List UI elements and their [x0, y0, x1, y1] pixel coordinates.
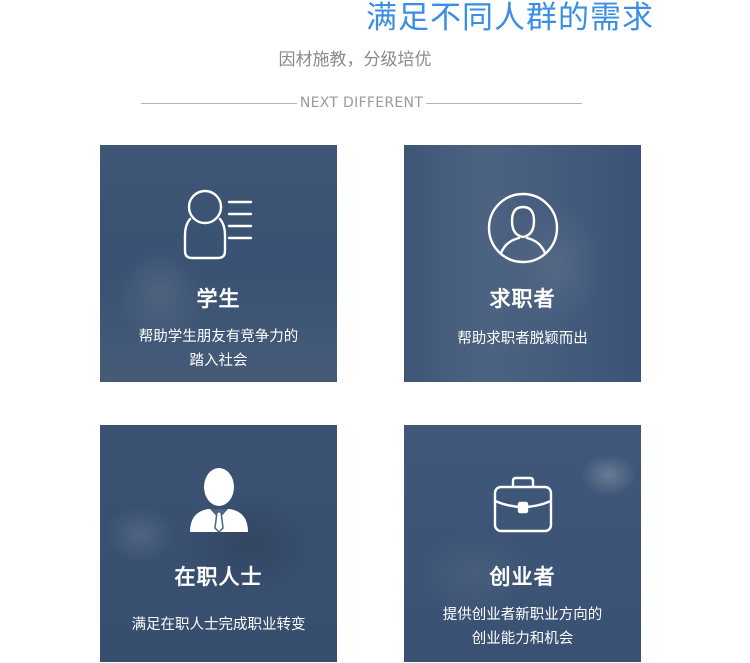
card-title: 在职人士	[174, 565, 263, 589]
card-description: 帮助求职者脱颖而出	[416, 327, 629, 351]
card-professional[interactable]: 在职人士 满足在职人士完成职业转变	[100, 425, 337, 662]
section-divider: NEXT DIFFERENT	[141, 92, 583, 114]
businessman-icon	[100, 465, 337, 535]
divider-line-right	[426, 102, 583, 104]
card-entrepreneur[interactable]: 创业者 提供创业者新职业方向的 创业能力和机会	[404, 425, 641, 662]
card-student[interactable]: 学生 帮助学生朋友有竞争力的 踏入社会	[100, 145, 337, 382]
briefcase-icon	[404, 473, 641, 537]
card-description-line: 创业能力和机会	[471, 631, 574, 647]
student-profile-icon	[100, 185, 337, 261]
divider-text: NEXT DIFFERENT	[299, 95, 424, 111]
card-description-line: 满足在职人士完成职业转变	[131, 617, 306, 633]
card-job-seeker[interactable]: 求职者 帮助求职者脱颖而出	[404, 145, 641, 382]
card-description-line: 踏入社会	[189, 353, 248, 369]
card-description: 帮助学生朋友有竞争力的 踏入社会	[112, 325, 325, 373]
card-description-line: 提供创业者新职业方向的	[442, 607, 603, 623]
page-subtitle: 因材施教，分级培优	[278, 50, 432, 70]
divider-line-left	[141, 102, 297, 104]
card-description-line: 帮助求职者脱颖而出	[457, 331, 588, 347]
job-seeker-icon	[404, 191, 641, 265]
card-title: 求职者	[489, 287, 556, 311]
card-title: 学生	[196, 287, 241, 311]
page-title: 满足不同人群的需求	[366, 0, 654, 36]
card-description-line: 帮助学生朋友有竞争力的	[138, 329, 299, 345]
card-description: 满足在职人士完成职业转变	[112, 613, 325, 637]
card-description: 提供创业者新职业方向的 创业能力和机会	[416, 603, 629, 651]
card-title: 创业者	[489, 565, 556, 589]
